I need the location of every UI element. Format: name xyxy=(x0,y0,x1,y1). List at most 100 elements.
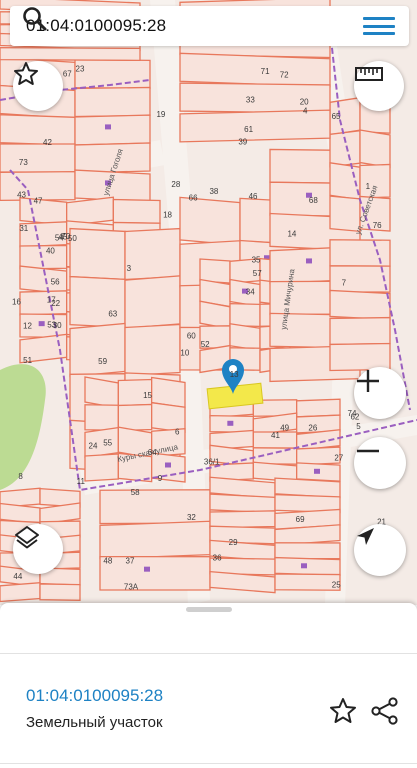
favorites-button[interactable] xyxy=(13,61,63,111)
parcel-number-label: 47 xyxy=(34,197,43,206)
building-marker xyxy=(227,420,234,426)
parcel[interactable] xyxy=(274,542,341,560)
parcel-number-label: 58 xyxy=(131,488,140,497)
parcel-number-label: 60 xyxy=(187,332,196,341)
parcel[interactable] xyxy=(84,404,119,431)
object-type: Земельный участок xyxy=(26,714,163,731)
cadastral-number[interactable]: 01:04:0100095:28 xyxy=(26,686,163,706)
parcel-number-label: 9 xyxy=(158,474,163,483)
parcel[interactable] xyxy=(69,275,126,329)
parcel-number-label: 67 xyxy=(63,70,72,79)
parcel[interactable] xyxy=(151,402,186,433)
parcel[interactable] xyxy=(179,196,241,246)
parcel[interactable] xyxy=(74,86,151,118)
my-location-button[interactable] xyxy=(354,524,406,576)
parcel-number-label: 31 xyxy=(19,224,28,233)
parcel-number-label: 52 xyxy=(201,340,210,349)
building-marker xyxy=(165,462,171,468)
parcel-number-label: 20 xyxy=(300,98,309,107)
navigation-icon xyxy=(357,528,374,545)
zoom-out-button[interactable] xyxy=(354,437,406,489)
parcel-number-label: 16 xyxy=(12,297,21,306)
layers-icon xyxy=(15,526,39,549)
drag-handle[interactable] xyxy=(186,607,232,612)
parcel-number-label: 25 xyxy=(332,580,341,589)
parcel[interactable] xyxy=(296,398,341,418)
parcel[interactable] xyxy=(112,198,161,225)
parcel[interactable] xyxy=(69,322,126,378)
parcel[interactable] xyxy=(99,520,211,560)
parcel-number-label: 49 xyxy=(280,424,289,433)
building-marker xyxy=(105,124,111,130)
cadastral-map[interactable]: 21 23 25 27 29 31 33 35 37 39 41 43 45 47 52 36 40 42 50 54… xyxy=(0,0,417,605)
parcel-number-label: 51 xyxy=(23,356,32,365)
parcel-number-label: 32 xyxy=(187,513,196,522)
parcel-number-label: 10 xyxy=(180,349,189,358)
parcel[interactable] xyxy=(84,453,119,482)
parcel[interactable] xyxy=(329,265,391,293)
parcel[interactable] xyxy=(209,493,276,514)
parcel[interactable] xyxy=(274,573,341,591)
parcel[interactable] xyxy=(229,322,261,352)
search-bar[interactable]: 01:04:0100095:28 xyxy=(10,6,409,46)
parcel[interactable] xyxy=(124,227,181,281)
parcel[interactable] xyxy=(209,510,276,529)
parcel[interactable] xyxy=(179,109,331,143)
parcel[interactable] xyxy=(329,289,391,321)
parcel[interactable] xyxy=(69,227,126,281)
parcel[interactable] xyxy=(39,583,81,601)
layers-button[interactable] xyxy=(13,524,63,574)
parcel[interactable] xyxy=(359,129,391,169)
parcel[interactable] xyxy=(274,556,341,576)
parcel-number-label: 53 xyxy=(47,320,56,329)
parcel[interactable] xyxy=(99,555,211,591)
measure-button[interactable] xyxy=(354,61,404,111)
plus-icon xyxy=(357,370,379,392)
parcel-number-label: 70 xyxy=(61,232,70,241)
parcel[interactable] xyxy=(329,316,391,346)
parcel-number-label: 7 xyxy=(342,278,347,287)
parcel-number-label: 29 xyxy=(229,538,238,547)
parcel[interactable] xyxy=(19,197,68,226)
parcel[interactable] xyxy=(74,114,151,146)
parcel[interactable] xyxy=(229,302,261,328)
parcel-number-label: 69 xyxy=(296,515,305,524)
search-input[interactable]: 01:04:0100095:28 xyxy=(26,16,363,36)
zoom-in-button[interactable] xyxy=(354,367,406,419)
parcel-number-label: 13 xyxy=(230,370,239,379)
parcel[interactable] xyxy=(199,300,231,330)
parcel[interactable] xyxy=(0,582,41,603)
parcel[interactable] xyxy=(117,403,153,432)
parcel[interactable] xyxy=(329,129,361,168)
search-icon[interactable] xyxy=(22,6,48,32)
parcel[interactable] xyxy=(84,376,119,409)
star-icon[interactable] xyxy=(328,696,358,726)
parcel-number-label: 3 xyxy=(127,264,132,273)
parcel[interactable] xyxy=(124,275,181,329)
parcel[interactable] xyxy=(0,143,76,173)
parcel-number-label: 76 xyxy=(373,221,382,230)
parcel-number-label: 55 xyxy=(103,439,112,448)
parcel-number-label: 5 xyxy=(356,422,361,431)
parcel-number-label: 73А xyxy=(124,582,139,591)
share-icon[interactable] xyxy=(370,696,400,726)
divider xyxy=(0,763,417,764)
menu-icon[interactable] xyxy=(363,14,395,38)
parcel-number-label: 4 xyxy=(303,106,308,115)
parcel[interactable] xyxy=(124,323,181,377)
object-info-sheet[interactable]: 01:04:0100095:28 Земельный участок xyxy=(0,603,417,768)
parcel[interactable] xyxy=(199,258,231,284)
parcel-number-label: 34 xyxy=(246,287,255,296)
building-marker xyxy=(306,258,312,264)
parcel[interactable] xyxy=(179,52,331,88)
parcel-number-label: 36/1 xyxy=(204,457,220,466)
parcel-number-label: 63 xyxy=(108,310,117,319)
parcel-number-label: 68 xyxy=(309,196,318,205)
parcel-number-label: 74 xyxy=(348,409,357,418)
parcel-number-label: 41 xyxy=(271,431,280,440)
parcel[interactable] xyxy=(0,46,141,62)
building-marker xyxy=(144,566,150,572)
parcel-number-label: 19 xyxy=(156,110,165,119)
parcel-number-label: 8 xyxy=(18,472,23,481)
parcel[interactable] xyxy=(0,114,76,146)
